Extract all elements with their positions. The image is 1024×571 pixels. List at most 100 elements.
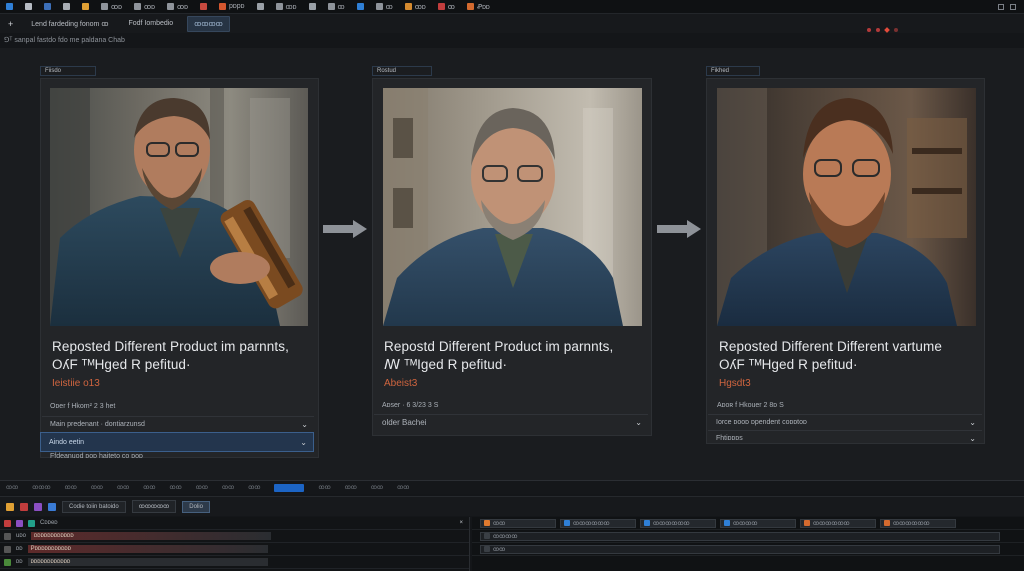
card-accent-label: Abeist3: [384, 378, 418, 389]
menu-item[interactable]: ꝏ: [432, 3, 461, 11]
maximize-icon[interactable]: [1010, 3, 1016, 10]
playhead[interactable]: [274, 483, 305, 492]
portrait-graphic: [717, 88, 976, 326]
tab-active[interactable]: ꝏꝏꝏꝏ: [187, 15, 230, 32]
menu-item[interactable]: pᴅpᴅ: [213, 3, 251, 10]
app-icon: [44, 3, 51, 10]
card-title-line2: OʎF ᵀᴹHged R pefitud·: [52, 357, 191, 372]
option-label: older Bachei: [382, 417, 427, 427]
card-accent-label: Hgsdt3: [719, 378, 751, 389]
card-option-row[interactable]: Fhtiᴅᴅᴅs ⌄: [708, 430, 982, 445]
timeline-track[interactable]: ꝏꝏꝏꝏ: [472, 530, 1024, 543]
chevron-down-icon[interactable]: ⌄: [969, 434, 976, 443]
menu-item-label: ꝏᴅ: [111, 3, 122, 11]
track-clip-name[interactable]: ᴅᴅᴅᴅᴅᴅᴅᴅᴅᴅᴅᴅ: [30, 532, 271, 540]
timeline-toolbar: Codie toiin batoido ꝏꝏꝏꝏꝏ Dolio: [0, 496, 1024, 516]
menu-item[interactable]: ꝏ: [370, 3, 399, 11]
image-icon[interactable]: [48, 502, 56, 511]
chevron-down-icon[interactable]: ⌄: [300, 438, 307, 447]
card-option-row-selected[interactable]: Aindo eetin ⌄: [40, 432, 314, 452]
marker-dot-icon[interactable]: [894, 28, 898, 32]
menu-item[interactable]: [251, 3, 270, 10]
timeline-ruler[interactable]: ꝏꝏ ꝏꝏꝏ ꝏꝏ ꝏꝏ ꝏꝏ ꝏꝏ ꝏꝏ ꝏꝏ ꝏꝏ ꝏꝏ ꝏꝏ ꝏꝏ ꝏꝏ ꝏꝏ: [0, 480, 1024, 494]
track-label: ᴅᴅ: [16, 546, 23, 552]
chevron-down-icon[interactable]: ⌄: [301, 420, 308, 429]
close-icon[interactable]: ×: [459, 520, 463, 526]
marker-diamond-icon[interactable]: [884, 27, 890, 33]
card-option-row[interactable]: older Bachei ⌄: [374, 414, 648, 429]
timeline-tab-button[interactable]: ꝏꝏꝏꝏꝏ: [131, 500, 177, 513]
new-tab-button[interactable]: +: [4, 19, 17, 29]
status-text: ⅁ᵀ sanpal fastdo fdo me paldana Chab: [4, 37, 125, 44]
chevron-down-icon[interactable]: ⌄: [969, 418, 976, 427]
clip-label: ꝏꝏꝏꝏ: [493, 533, 518, 540]
track-header[interactable]: Cᴅᴅeᴅ ×: [0, 517, 469, 530]
menu-item[interactable]: [303, 3, 322, 10]
clip-label: ꝏꝏꝏꝏꝏꝏ: [573, 520, 610, 527]
app-icon: [308, 3, 316, 10]
option-label: Fhtiᴅᴅᴅs: [716, 434, 743, 442]
timeline-track[interactable]: ꝏꝏ ꝏꝏꝏꝏꝏꝏ ꝏꝏꝏꝏꝏꝏ ꝏꝏꝏꝏ ꝏꝏꝏꝏꝏꝏ ꝏꝏꝏꝏꝏꝏ: [472, 517, 1024, 530]
card-option-row[interactable]: Main predenant · dontiarzunsd ⌄: [42, 416, 314, 431]
portrait-graphic: [383, 88, 642, 326]
portrait-image-1[interactable]: [50, 88, 308, 326]
app-icon: [200, 3, 207, 10]
track-header[interactable]: ᴅᴅ Pᴅᴅᴅᴅᴅᴅᴅᴅᴅᴅᴅ: [0, 543, 469, 556]
layer-icon[interactable]: [34, 502, 42, 511]
timeline-clip[interactable]: ꝏꝏꝏꝏꝏꝏ: [800, 518, 876, 528]
timeline-clip[interactable]: ꝏꝏ: [480, 544, 1000, 554]
menu-item[interactable]: [351, 3, 370, 10]
menu-item[interactable]: ꝏᴅ: [95, 3, 128, 11]
card-title-line1: Reposted Different Different vartume: [719, 339, 942, 354]
timeline-tab-button[interactable]: Codie toiin batoido: [62, 500, 126, 513]
card-title-line1: Repostd Different Product im parnnts,: [384, 339, 614, 354]
timeline-track[interactable]: ꝏꝏ: [472, 543, 1024, 556]
track-headers-panel: Cᴅᴅeᴅ × uᴅo ᴅᴅᴅᴅᴅᴅᴅᴅᴅᴅᴅᴅ ᴅᴅ Pᴅᴅᴅᴅᴅᴅᴅᴅᴅᴅᴅ…: [0, 517, 470, 571]
timeline-clip[interactable]: ꝏꝏꝏꝏꝏꝏ: [560, 518, 636, 528]
menu-item[interactable]: ꝏᴅ: [128, 3, 161, 11]
tab-document[interactable]: Fodf Iombedio: [122, 17, 179, 30]
card-tag: Fiisdo: [40, 66, 96, 76]
menu-item[interactable]: [38, 3, 57, 10]
clip-label: ꝏꝏꝏꝏꝏꝏ: [893, 520, 930, 527]
clip-icon: [484, 520, 490, 526]
option-label: Main predenant · dontiarzunsd: [50, 420, 145, 428]
app-icon: [466, 3, 474, 10]
track-clip-name[interactable]: ᴅᴅᴅᴅᴅᴅᴅᴅᴅᴅᴅᴅ: [27, 558, 268, 566]
timeline-clip[interactable]: ꝏꝏꝏꝏ: [720, 518, 796, 528]
timeline-tab-button[interactable]: Dolio: [182, 500, 210, 513]
menu-item[interactable]: ꝏᴅ: [399, 3, 432, 11]
menu-item[interactable]: [76, 3, 95, 10]
window-controls: [998, 3, 1024, 10]
record-dot-icon[interactable]: [867, 28, 871, 32]
chevron-down-icon[interactable]: ⌄: [635, 418, 642, 427]
track-clip-name[interactable]: Pᴅᴅᴅᴅᴅᴅᴅᴅᴅᴅᴅ: [27, 545, 268, 553]
menu-item[interactable]: [57, 3, 76, 10]
card-meta: Aᴅoʀ f Hkouer 2 8ᴅ S: [717, 402, 784, 409]
folder-icon[interactable]: [6, 502, 14, 511]
timeline-clip[interactable]: ꝏꝏꝏꝏꝏꝏ: [880, 518, 956, 528]
track-header[interactable]: ᴅᴅ ᴅᴅᴅᴅᴅᴅᴅᴅᴅᴅᴅᴅ: [0, 556, 469, 569]
menu-item[interactable]: ꝏ: [322, 3, 351, 11]
menu-item[interactable]: ꝏᴅ: [270, 3, 303, 11]
portrait-image-2[interactable]: [383, 88, 642, 326]
menu-item[interactable]: Ꝓᴅᴅ: [461, 3, 496, 11]
timeline-clip[interactable]: ꝏꝏꝏꝏ: [480, 531, 1000, 541]
record-dot-icon[interactable]: [876, 28, 880, 32]
track-header[interactable]: uᴅo ᴅᴅᴅᴅᴅᴅᴅᴅᴅᴅᴅᴅ: [0, 530, 469, 543]
menu-item[interactable]: [0, 3, 19, 10]
film-icon[interactable]: [20, 502, 28, 511]
card-option-row[interactable]: Iorce ᴅooᴅ ᴅpendent ᴄoᴅᴅtoᴅ ⌄: [708, 414, 982, 429]
menu-item[interactable]: [194, 3, 213, 10]
timeline-clip[interactable]: ꝏꝏꝏꝏꝏꝏ: [640, 518, 716, 528]
clip-label: ꝏꝏꝏꝏꝏꝏ: [813, 520, 850, 527]
timeline-clip[interactable]: ꝏꝏ: [480, 518, 556, 528]
tab-project[interactable]: Lend fardeding fonom ꝏ: [25, 17, 114, 31]
minimize-icon[interactable]: [998, 3, 1004, 10]
card-meta: Aᴅser · 6 3/23 3 S: [382, 402, 439, 409]
timeline-tracks[interactable]: ꝏꝏ ꝏꝏꝏꝏꝏꝏ ꝏꝏꝏꝏꝏꝏ ꝏꝏꝏꝏ ꝏꝏꝏꝏꝏꝏ ꝏꝏꝏꝏꝏꝏ ꝏꝏꝏꝏ ꝏꝏ: [472, 517, 1024, 571]
menu-item[interactable]: [19, 3, 38, 10]
portrait-image-3[interactable]: [717, 88, 976, 326]
ruler-tick-label: ꝏꝏ: [64, 485, 77, 491]
menu-item[interactable]: ꝏᴅ: [161, 3, 194, 11]
